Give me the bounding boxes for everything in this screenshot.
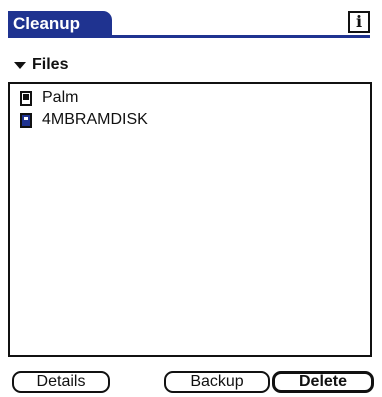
list-item-palm[interactable]: Palm — [20, 88, 78, 108]
title-rule — [8, 35, 370, 38]
app-title[interactable]: Cleanup — [8, 11, 112, 37]
memory-card-icon — [20, 112, 32, 128]
info-icon[interactable]: i — [348, 11, 370, 33]
list-item-label: 4MBRAMDISK — [42, 111, 148, 128]
category-dropdown[interactable]: Files — [14, 54, 68, 76]
list-item-label: Palm — [42, 89, 79, 106]
triangle-down-icon — [14, 61, 26, 69]
category-label: Files — [32, 56, 69, 73]
palm-device-icon — [20, 90, 32, 106]
delete-button[interactable]: Delete — [272, 371, 374, 393]
file-list[interactable]: Palm 4MBRAMDISK — [8, 82, 372, 357]
backup-button[interactable]: Backup — [164, 371, 270, 393]
details-button[interactable]: Details — [12, 371, 110, 393]
list-item-4mbramdisk[interactable]: 4MBRAMDISK — [20, 110, 148, 130]
cleanup-screen: Cleanup i Files Palm 4MBRAMDISK Details … — [0, 0, 382, 397]
